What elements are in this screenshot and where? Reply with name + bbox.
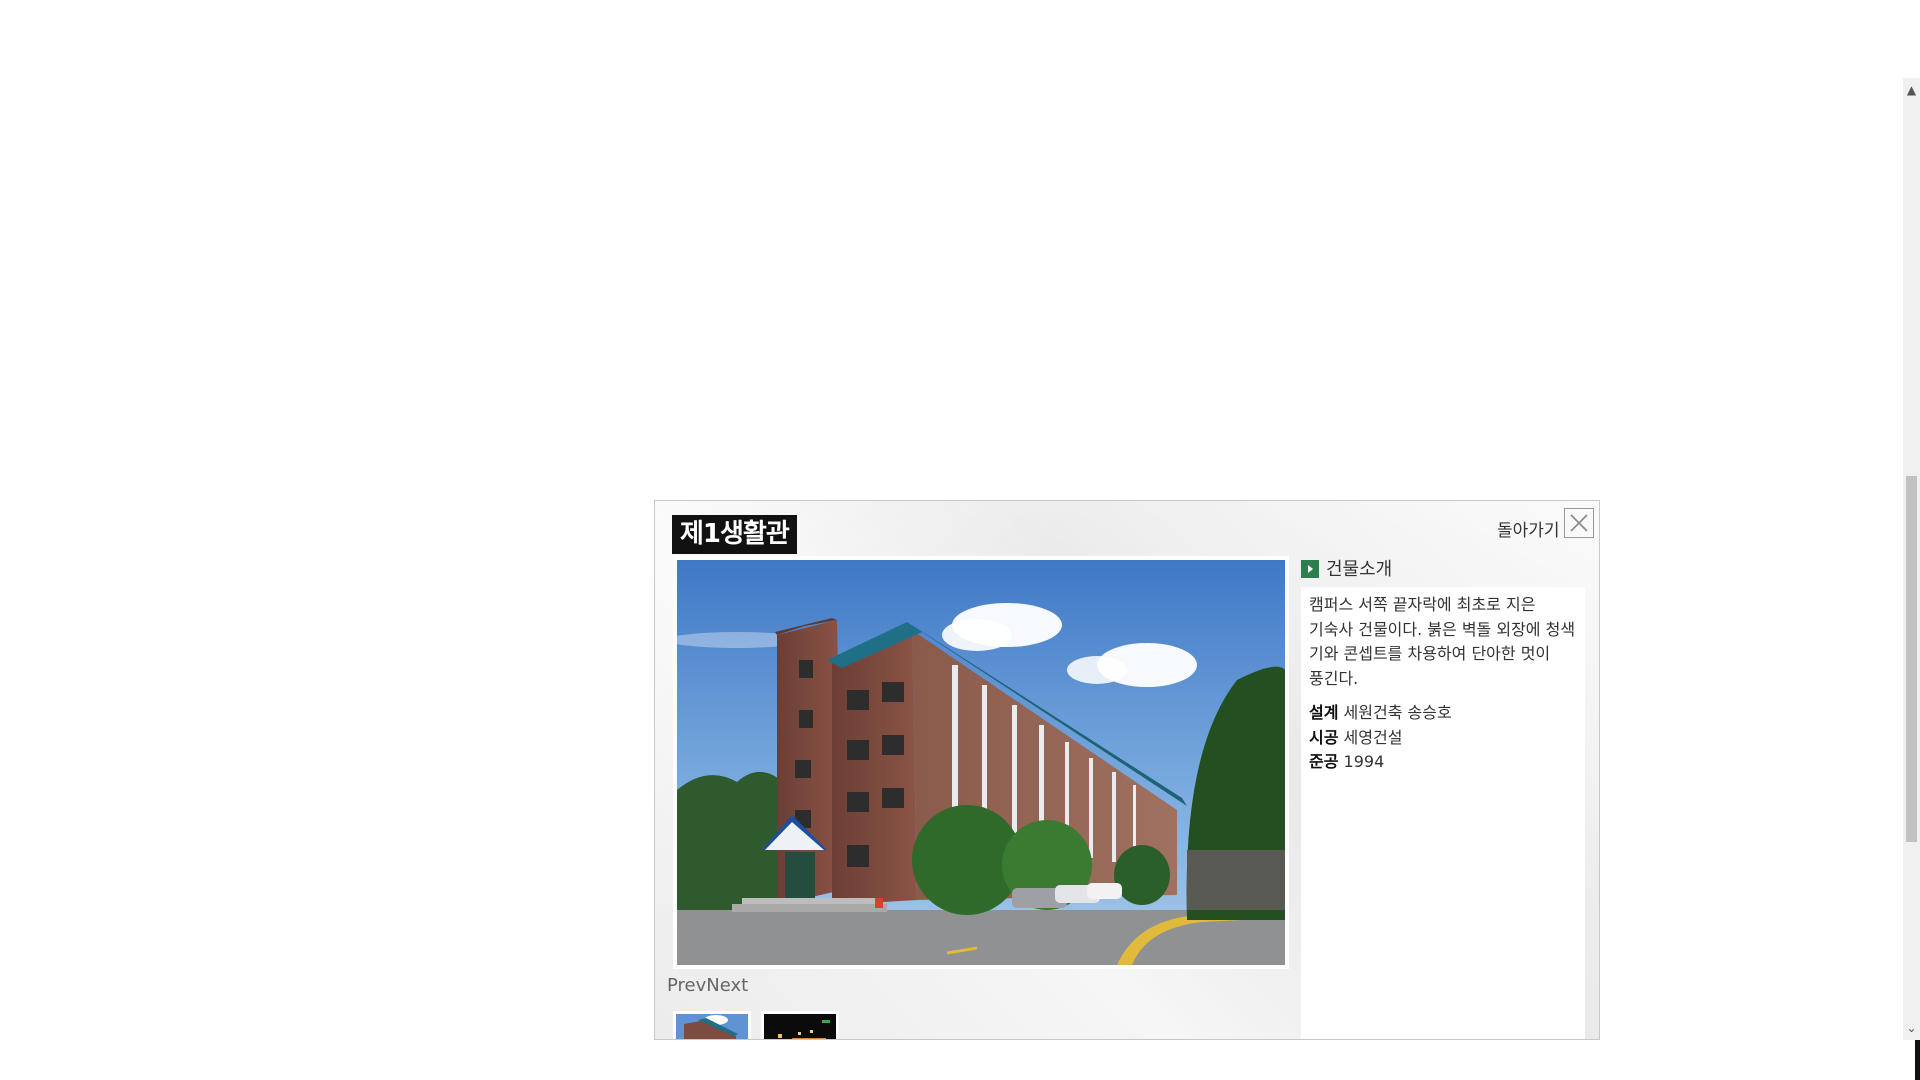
page-scrollbar[interactable]: ▲ ⌄ bbox=[1903, 78, 1920, 1040]
building-description: 캠퍼스 서쪽 끝자락에 최초로 지은 기숙사 건물이다. 붉은 벽돌 외장에 청… bbox=[1309, 595, 1576, 688]
building-info-modal: 제1생활관 돌아가기 PrevNext 건물소개 캠퍼스 서쪽 끝자락에 최초로… bbox=[654, 500, 1600, 1040]
info-heading: 건물소개 bbox=[1301, 557, 1392, 583]
building-title: 제1생활관 bbox=[672, 515, 797, 554]
design-value: 세원건축 송승호 bbox=[1343, 703, 1452, 722]
gallery-nav: PrevNext bbox=[667, 971, 748, 1001]
completion-label: 준공 bbox=[1309, 752, 1339, 771]
building-photo bbox=[677, 560, 1285, 965]
next-button[interactable]: Next bbox=[706, 975, 748, 996]
thumbnail-night-image bbox=[764, 1014, 836, 1039]
prev-button[interactable]: Prev bbox=[667, 975, 706, 996]
edge-decoration bbox=[1915, 1040, 1920, 1080]
arrow-bullet-icon bbox=[1301, 560, 1319, 578]
construction-value: 세영건설 bbox=[1343, 727, 1403, 747]
construction-row: 시공 세영건설 bbox=[1309, 726, 1577, 751]
thumbnail-day-image bbox=[676, 1014, 748, 1039]
close-button[interactable] bbox=[1564, 508, 1594, 538]
info-heading-label: 건물소개 bbox=[1326, 559, 1393, 580]
construction-label: 시공 bbox=[1309, 727, 1339, 747]
close-icon bbox=[1570, 514, 1588, 532]
scroll-thumb[interactable] bbox=[1906, 476, 1917, 842]
design-row: 설계 세원건축 송승호 bbox=[1309, 701, 1577, 726]
design-label: 설계 bbox=[1309, 703, 1339, 722]
scroll-up-arrow-icon[interactable]: ▲ bbox=[1903, 82, 1920, 98]
thumbnail-day[interactable] bbox=[673, 1011, 751, 1039]
scroll-down-arrow-icon[interactable]: ⌄ bbox=[1903, 1020, 1920, 1036]
completion-row: 준공 1994 bbox=[1309, 750, 1577, 775]
thumbnail-night[interactable] bbox=[761, 1011, 839, 1039]
info-body: 캠퍼스 서쪽 끝자락에 최초로 지은 기숙사 건물이다. 붉은 벽돌 외장에 청… bbox=[1301, 587, 1585, 1039]
building-photo-frame bbox=[673, 556, 1289, 969]
completion-value: 1994 bbox=[1343, 752, 1385, 771]
back-link[interactable]: 돌아가기 bbox=[1497, 516, 1560, 546]
info-panel: 건물소개 캠퍼스 서쪽 끝자락에 최초로 지은 기숙사 건물이다. 붉은 벽돌 … bbox=[1301, 557, 1599, 1039]
